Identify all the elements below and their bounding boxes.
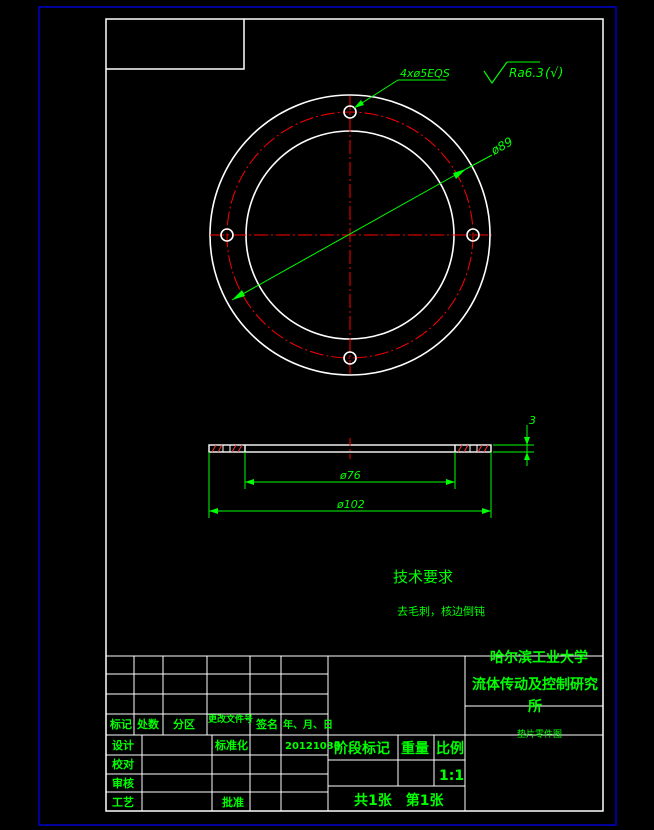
cell-date: 年、月、日 — [283, 718, 333, 731]
d76-label: ø76 — [339, 469, 361, 482]
d102-label: ø102 — [336, 498, 365, 511]
engineering-drawing: Ra6.3 (√) 4xø5EQS ø89 3 ø76 ø102 技术要求 去毛… — [0, 0, 654, 830]
cell-stage-mark: 阶段标记 — [334, 740, 390, 757]
school-name: 哈尔滨工业大学 — [490, 649, 588, 666]
cell-design: 设计 — [112, 738, 134, 752]
institute-name-tail: 所 — [528, 698, 542, 715]
cell-approve: 批准 — [222, 795, 244, 809]
cell-zone: 分区 — [173, 717, 195, 731]
drawing-name: 垫片零件图 — [517, 728, 562, 740]
roughness-value: Ra6.3 — [509, 66, 544, 80]
roughness-suffix: (√) — [545, 66, 563, 81]
tech-req-line: 去毛刺，核边倒钝 — [397, 604, 485, 618]
institute-name: 流体传动及控制研究 — [472, 676, 598, 693]
cell-count: 处数 — [136, 717, 160, 731]
cell-change-doc: 更改文件号 — [208, 713, 253, 725]
tech-req-title: 技术要求 — [393, 568, 453, 586]
cell-weight: 重量 — [401, 740, 429, 757]
cell-proofread: 校对 — [112, 757, 134, 771]
cell-review: 审核 — [112, 776, 134, 790]
cell-scale-value: 1:1 — [439, 768, 464, 784]
cell-scale-label: 比例 — [436, 740, 464, 757]
cell-standardization: 标准化 — [214, 738, 248, 752]
cell-mark: 标记 — [109, 717, 132, 731]
cell-design-date: 20121030 — [285, 741, 341, 752]
hole-spec-label: 4xø5EQS — [400, 67, 450, 80]
cell-process: 工艺 — [112, 795, 134, 809]
cell-signature: 签名 — [255, 717, 278, 731]
cell-sheets: 共1张 第1张 — [354, 792, 444, 809]
thickness-label: 3 — [529, 414, 536, 427]
